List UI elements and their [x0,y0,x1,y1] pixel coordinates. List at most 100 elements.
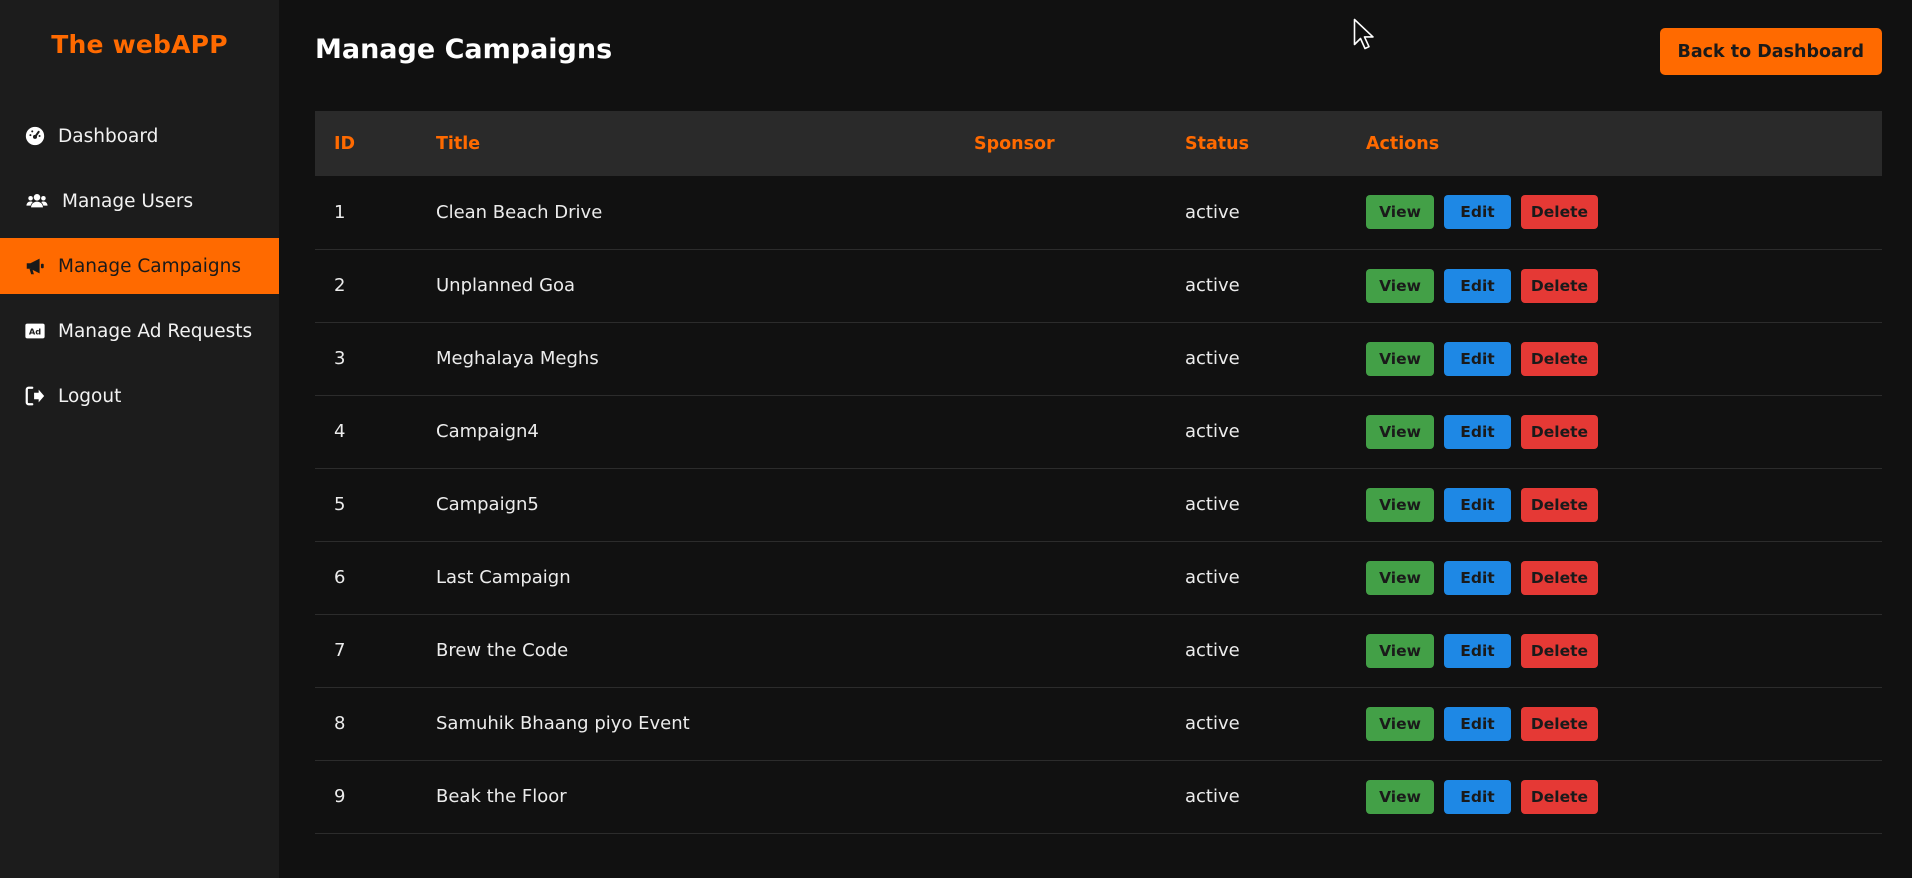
edit-button[interactable]: Edit [1444,195,1511,230]
delete-button[interactable]: Delete [1521,195,1598,230]
edit-button[interactable]: Edit [1444,268,1511,303]
table-row: 7 Brew the Code active View Edit Delete [315,614,1882,687]
cell-title: Meghalaya Meghs [436,348,599,369]
cell-id: 1 [334,201,346,223]
column-header-status: Status [1185,133,1250,154]
edit-button[interactable]: Edit [1444,341,1511,376]
cell-sponsor [955,468,1166,541]
cell-status: active [1185,567,1240,588]
cell-title: Clean Beach Drive [436,201,603,223]
delete-button[interactable]: Delete [1521,487,1598,522]
table-row: 4 Campaign4 active View Edit Delete [315,395,1882,468]
cell-sponsor [955,249,1166,322]
table-body: 1 Clean Beach Drive active View Edit Delet… [315,176,1882,833]
view-button[interactable]: View [1366,414,1434,449]
cell-status: active [1185,494,1240,515]
back-to-dashboard-button[interactable]: Back to Dashboard [1659,28,1882,75]
view-button[interactable]: View [1366,268,1434,303]
cell-id: 3 [334,348,346,369]
cell-sponsor [955,687,1166,760]
edit-button[interactable]: Edit [1444,706,1511,741]
sidebar-item-label: Dashboard [58,125,159,147]
cell-actions: View Edit Delete [1347,249,1882,322]
cell-sponsor [955,322,1166,395]
cell-id: 5 [334,494,346,515]
cell-actions: View Edit Delete [1347,322,1882,395]
table-row: 1 Clean Beach Drive active View Edit Delet… [315,176,1882,249]
cell-status: active [1185,713,1240,734]
cell-id: 9 [334,786,346,807]
view-button[interactable]: View [1366,341,1434,376]
cell-title: Brew the Code [436,640,569,661]
cell-title: Samuhik Bhaang piyo Event [436,713,690,734]
mouse-cursor-icon [1353,18,1374,50]
delete-button[interactable]: Delete [1521,341,1598,376]
cell-sponsor [955,176,1166,249]
cell-actions: View Edit Delete [1347,614,1882,687]
cell-sponsor [955,760,1166,833]
dashboard-gauge-icon [25,126,45,146]
view-button[interactable]: View [1366,779,1434,814]
cell-status: active [1185,421,1240,442]
cell-actions: View Edit Delete [1347,760,1882,833]
edit-button[interactable]: Edit [1444,779,1511,814]
view-button[interactable]: View [1366,560,1434,595]
edit-button[interactable]: Edit [1444,633,1511,668]
sidebar-item-label: Logout [58,385,122,407]
cell-title: Last Campaign [436,567,571,588]
sidebar-item-manage-ad-requests[interactable]: Ad Manage Ad Requests [0,303,279,359]
cell-actions: View Edit Delete [1347,687,1882,760]
sidebar-item-manage-users[interactable]: Manage Users [0,173,279,229]
table-header: ID Title Sponsor Status Actions [315,111,1882,176]
edit-button[interactable]: Edit [1444,487,1511,522]
sidebar-item-manage-campaigns[interactable]: Manage Campaigns [0,238,279,294]
column-header-sponsor: Sponsor [974,133,1055,154]
table-row: 6 Last Campaign active View Edit Delete [315,541,1882,614]
edit-button[interactable]: Edit [1444,414,1511,449]
brand-logo[interactable]: The webAPP [0,30,279,59]
delete-button[interactable]: Delete [1521,560,1598,595]
cell-actions: View Edit Delete [1347,176,1882,249]
ad-icon: Ad [25,323,45,339]
sidebar-nav: Dashboard Manage Users Manage Campaigns [0,108,279,433]
delete-button[interactable]: Delete [1521,633,1598,668]
edit-button[interactable]: Edit [1444,560,1511,595]
column-header-title: Title [436,133,481,154]
sidebar-item-label: Manage Users [62,190,194,212]
users-icon [26,194,48,208]
cell-title: Campaign5 [436,494,539,515]
table-row: 8 Samuhik Bhaang piyo Event active View E… [315,687,1882,760]
sidebar-item-label: Manage Ad Requests [58,320,253,342]
sidebar-item-logout[interactable]: Logout [0,368,279,424]
table-row: 3 Meghalaya Meghs active View Edit Delete [315,322,1882,395]
delete-button[interactable]: Delete [1521,414,1598,449]
view-button[interactable]: View [1366,706,1434,741]
main-content: Manage Campaigns Back to Dashboard ID Ti… [279,0,1912,878]
cell-status: active [1185,201,1240,223]
column-header-id: ID [334,133,356,154]
megaphone-icon [26,258,44,275]
table-row: 2 Unplanned Goa active View Edit Delete [315,249,1882,322]
cell-status: active [1185,348,1240,369]
logout-icon [25,386,45,406]
cell-actions: View Edit Delete [1347,468,1882,541]
cell-id: 4 [334,421,346,442]
sidebar-item-dashboard[interactable]: Dashboard [0,108,279,164]
cell-status: active [1185,640,1240,661]
table-row: 5 Campaign5 active View Edit Delete [315,468,1882,541]
campaigns-table: ID Title Sponsor Status Actions 1 Clean … [315,111,1882,834]
delete-button[interactable]: Delete [1521,268,1598,303]
column-header-actions: Actions [1366,133,1440,154]
view-button[interactable]: View [1366,195,1434,230]
cell-title: Campaign4 [436,421,539,442]
view-button[interactable]: View [1366,633,1434,668]
view-button[interactable]: View [1366,487,1434,522]
delete-button[interactable]: Delete [1521,779,1598,814]
cell-actions: View Edit Delete [1347,541,1882,614]
delete-button[interactable]: Delete [1521,706,1598,741]
svg-text:Ad: Ad [29,327,41,337]
cell-title: Beak the Floor [436,786,567,807]
cell-sponsor [955,395,1166,468]
cell-status: active [1185,786,1240,807]
cell-title: Unplanned Goa [436,275,576,296]
